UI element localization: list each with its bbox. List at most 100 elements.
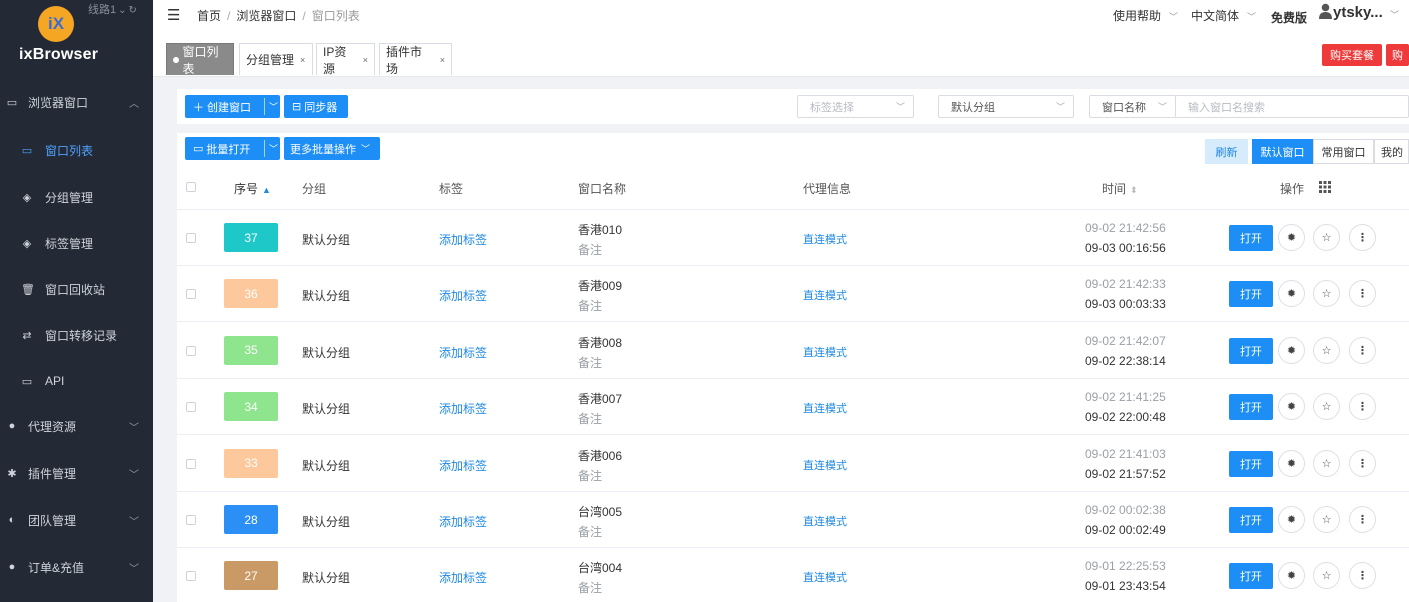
open-window-button[interactable]: 打开 — [1229, 394, 1273, 421]
sync-button[interactable]: ⊟ 同步器 — [284, 95, 348, 118]
more-batch-button[interactable]: 更多批量操作 ﹀ — [284, 137, 380, 160]
more-options-icon[interactable]: ⋮ — [1349, 336, 1376, 364]
language-menu[interactable]: 中文简体 ﹀ — [1191, 7, 1256, 24]
sidebar-item-group-mgmt[interactable]: ◈ 分组管理 — [0, 177, 153, 217]
tab-ip-resource[interactable]: IP资源 × — [316, 43, 375, 76]
more-options-icon[interactable]: ⋮ — [1349, 224, 1376, 251]
add-tag-link[interactable]: 添加标签 — [439, 344, 487, 361]
sidebar-item-tag-mgmt[interactable]: ◈ 标签管理 — [0, 223, 153, 263]
proxy-mode-link[interactable]: 直连模式 — [803, 287, 847, 303]
tab-window-list[interactable]: 窗口列表 — [166, 43, 234, 76]
add-tag-link[interactable]: 添加标签 — [439, 569, 487, 586]
row-checkbox[interactable] — [186, 515, 196, 525]
add-tag-link[interactable]: 添加标签 — [439, 457, 487, 474]
sidebar-item-plugins[interactable]: ✱ 插件管理 ﹀ — [0, 453, 153, 493]
chevron-down-icon[interactable]: ﹀ — [269, 142, 278, 155]
proxy-mode-link[interactable]: 直连模式 — [803, 231, 847, 247]
settings-icon[interactable]: ✹ — [1278, 506, 1305, 533]
segment-common-window[interactable]: 常用窗口 — [1313, 139, 1374, 164]
star-icon[interactable]: ☆ — [1313, 562, 1340, 590]
more-options-icon[interactable]: ⋮ — [1349, 280, 1376, 308]
menu-toggle-icon[interactable]: ☰ — [167, 6, 180, 24]
window-remark[interactable]: 备注 — [578, 241, 602, 258]
segment-my-window[interactable]: 我的 — [1374, 139, 1409, 164]
refresh-button[interactable]: 刷新 — [1205, 139, 1248, 164]
settings-icon[interactable]: ✹ — [1278, 280, 1305, 308]
row-checkbox[interactable] — [186, 402, 196, 413]
tab-plugin-market[interactable]: 插件市场 × — [379, 43, 452, 76]
add-tag-link[interactable]: 添加标签 — [439, 513, 487, 530]
add-tag-link[interactable]: 添加标签 — [439, 231, 487, 248]
settings-icon[interactable]: ✹ — [1278, 449, 1305, 477]
create-window-button[interactable]: ＋创建窗口 ﹀ — [185, 95, 280, 118]
settings-icon[interactable]: ✹ — [1278, 336, 1305, 364]
column-settings-icon[interactable] — [1319, 181, 1331, 193]
chevron-down-icon[interactable]: ﹀ — [269, 100, 278, 113]
row-checkbox[interactable] — [186, 458, 196, 469]
close-icon[interactable]: × — [440, 55, 445, 65]
open-window-button[interactable]: 打开 — [1229, 337, 1273, 364]
more-options-icon[interactable]: ⋮ — [1349, 393, 1376, 421]
star-icon[interactable]: ☆ — [1313, 393, 1340, 421]
window-remark[interactable]: 备注 — [578, 523, 602, 540]
sidebar-item-proxy[interactable]: ● 代理资源 ﹀ — [0, 406, 153, 446]
breadcrumb-browser[interactable]: 浏览器窗口 — [236, 9, 296, 23]
close-icon[interactable]: × — [300, 55, 305, 65]
refresh-icon[interactable]: ↻ — [129, 5, 137, 16]
more-options-icon[interactable]: ⋮ — [1349, 562, 1376, 590]
open-window-button[interactable]: 打开 — [1229, 563, 1273, 590]
batch-open-button[interactable]: ▭ 批量打开 ﹀ — [185, 137, 280, 160]
proxy-mode-link[interactable]: 直连模式 — [803, 400, 847, 416]
sidebar-item-team[interactable]: ◐ 团队管理 ﹀ — [0, 500, 153, 540]
search-field-select[interactable]: 窗口名称 ﹀ — [1089, 95, 1176, 118]
sidebar-item-transfer[interactable]: ⇄ 窗口转移记录 — [0, 315, 153, 355]
sidebar-item-recycle[interactable]: 🗑 窗口回收站 — [0, 269, 153, 309]
star-icon[interactable]: ☆ — [1313, 506, 1340, 533]
sidebar-item-orders[interactable]: ● 订单&充值 ﹀ — [0, 547, 153, 587]
open-window-button[interactable]: 打开 — [1229, 225, 1273, 251]
row-checkbox[interactable] — [186, 571, 196, 582]
window-remark[interactable]: 备注 — [578, 297, 602, 314]
search-input[interactable]: 输入窗口名搜索 — [1175, 95, 1409, 118]
tab-group-mgmt[interactable]: 分组管理 × — [239, 43, 313, 75]
row-checkbox[interactable] — [186, 345, 196, 356]
star-icon[interactable]: ☆ — [1313, 224, 1340, 251]
chevron-down-icon[interactable]: ﹀ — [1390, 8, 1399, 21]
proxy-mode-link[interactable]: 直连模式 — [803, 457, 847, 473]
sidebar-item-window-list[interactable]: ▭ 窗口列表 — [0, 130, 153, 170]
group-select[interactable]: 默认分组 ﹀ — [938, 95, 1074, 118]
open-window-button[interactable]: 打开 — [1229, 281, 1273, 308]
tag-select[interactable]: 标签选择 ﹀ — [797, 95, 914, 118]
select-all-checkbox[interactable] — [186, 182, 196, 192]
settings-icon[interactable]: ✹ — [1278, 562, 1305, 590]
add-tag-link[interactable]: 添加标签 — [439, 400, 487, 417]
star-icon[interactable]: ☆ — [1313, 336, 1340, 364]
row-checkbox[interactable] — [186, 289, 196, 300]
row-checkbox[interactable] — [186, 233, 196, 243]
breadcrumb-home[interactable]: 首页 — [197, 9, 221, 23]
sidebar-item-api[interactable]: ▭ API — [0, 361, 153, 401]
buy-secondary-button[interactable]: 购 — [1386, 44, 1409, 66]
star-icon[interactable]: ☆ — [1313, 449, 1340, 477]
route-selector[interactable]: 线路1 ⌄ ↻ — [88, 1, 137, 17]
proxy-mode-link[interactable]: 直连模式 — [803, 569, 847, 585]
col-time[interactable]: 时间 ⬍ — [1102, 180, 1138, 197]
window-remark[interactable]: 备注 — [578, 467, 602, 484]
proxy-mode-link[interactable]: 直连模式 — [803, 513, 847, 529]
star-icon[interactable]: ☆ — [1313, 280, 1340, 308]
open-window-button[interactable]: 打开 — [1229, 507, 1273, 533]
more-options-icon[interactable]: ⋮ — [1349, 449, 1376, 477]
sort-icon[interactable]: ▲ — [262, 185, 271, 195]
add-tag-link[interactable]: 添加标签 — [439, 287, 487, 304]
window-remark[interactable]: 备注 — [578, 579, 602, 596]
open-window-button[interactable]: 打开 — [1229, 450, 1273, 477]
settings-icon[interactable]: ✹ — [1278, 393, 1305, 421]
window-remark[interactable]: 备注 — [578, 410, 602, 427]
window-remark[interactable]: 备注 — [578, 354, 602, 371]
sidebar-item-browser[interactable]: ▭ 浏览器窗口 ︿ — [0, 82, 153, 122]
col-index[interactable]: 序号 ▲ — [234, 180, 271, 197]
segment-default-window[interactable]: 默认窗口 — [1252, 139, 1313, 164]
username[interactable]: ytsky... — [1333, 4, 1383, 21]
close-icon[interactable]: × — [363, 55, 368, 65]
proxy-mode-link[interactable]: 直连模式 — [803, 344, 847, 360]
